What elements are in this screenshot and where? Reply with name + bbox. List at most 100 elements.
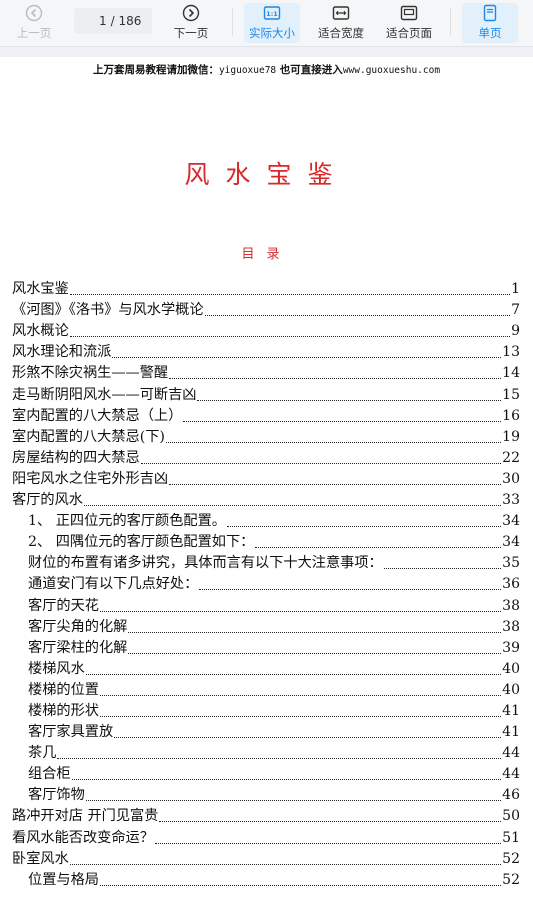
toc-entry[interactable]: 《河图》《洛书》与风水学概论 7: [12, 298, 520, 319]
toc-entry[interactable]: 卧室风水 52: [12, 847, 520, 868]
actual-size-button[interactable]: 1:1 实际大小: [244, 3, 300, 43]
toc-entry[interactable]: 风水理论和流派 13: [12, 340, 520, 361]
toc-entry-title: 客厅家具置放: [28, 724, 114, 741]
toc-leader-dots: [199, 579, 502, 591]
toc-entry-title: 位置与格局: [28, 871, 99, 888]
notice-mid: 也可直接进入: [276, 64, 343, 76]
single-page-button[interactable]: 单页: [462, 3, 518, 43]
toc-entry[interactable]: 客厅尖角的化解 38: [12, 615, 520, 636]
toc-entry[interactable]: 1、 正四位元的客厅颜色配置。 34: [12, 509, 520, 530]
toc-entry-title: 形煞不除灾祸生——警醒: [12, 365, 169, 382]
toc-entry[interactable]: 组合柜 44: [12, 762, 520, 783]
toc-entry[interactable]: 客厅的天花 38: [12, 593, 520, 614]
fit-page-icon: [400, 4, 418, 22]
toc-entry-page: 30: [502, 470, 520, 487]
toc-entry[interactable]: 阳宅风水之住宅外形吉凶 30: [12, 467, 520, 488]
toc-entry-page: 52: [502, 850, 520, 867]
toc-entry-page: 40: [502, 681, 520, 698]
toc-entry[interactable]: 客厅的风水 33: [12, 488, 520, 509]
toc-entry[interactable]: 室内配置的八大禁忌(下) 19: [12, 425, 520, 446]
toc-leader-dots: [71, 769, 502, 781]
toc-leader-dots: [197, 390, 502, 401]
fit-width-button[interactable]: 适合宽度: [313, 3, 369, 43]
toc-leader-dots: [99, 685, 502, 696]
page-number-input[interactable]: [84, 14, 107, 28]
chevron-right-circle-icon: [182, 4, 200, 22]
toc-entry[interactable]: 客厅梁柱的化解 39: [12, 636, 520, 657]
next-page-button[interactable]: 下一页: [169, 3, 213, 43]
toc-entry[interactable]: 风水概论 9: [12, 319, 520, 340]
toc-entry[interactable]: 楼梯风水 40: [12, 657, 520, 678]
toc-entry-page: 44: [502, 745, 520, 762]
toc-entry[interactable]: 茶几 44: [12, 741, 520, 762]
toc-leader-dots: [154, 833, 502, 844]
toc-leader-dots: [169, 474, 502, 485]
fit-page-button[interactable]: 适合页面: [381, 3, 437, 43]
toc-entry-page: 38: [502, 597, 520, 614]
toc-entry[interactable]: 位置与格局 52: [12, 868, 520, 889]
toc-entry-page: 40: [502, 660, 520, 677]
toc-entry-page: 1: [511, 281, 520, 298]
fit-width-label: 适合宽度: [318, 26, 364, 40]
toc-leader-dots: [57, 748, 502, 760]
toc-leader-dots: [99, 601, 502, 612]
toc-entry-page: 41: [502, 702, 520, 719]
toc-entry-page: 52: [502, 871, 520, 888]
toc-entry[interactable]: 风水宝鉴 1: [12, 277, 520, 298]
toc-leader-dots: [159, 811, 502, 823]
toc-entry[interactable]: 形煞不除灾祸生——警醒 14: [12, 361, 520, 382]
toc-entry-page: 38: [502, 618, 520, 635]
toc-entry-title: 通道安门有以下几点好处：: [28, 576, 199, 593]
page-number-field[interactable]: / 186: [74, 8, 152, 34]
toc-entry-page: 41: [502, 724, 520, 741]
toc-entry-page: 35: [502, 555, 520, 572]
toc-entry[interactable]: 楼梯的形状 41: [12, 699, 520, 720]
single-page-icon: [481, 4, 499, 22]
toc-entry[interactable]: 客厅家具置放 41: [12, 720, 520, 741]
toc-entry[interactable]: 2、 四隅位元的客厅颜色配置如下： 34: [12, 530, 520, 551]
document-title: 风水宝鉴: [184, 160, 349, 189]
toc-leader-dots: [183, 411, 502, 422]
toc-entry[interactable]: 路冲开对店 开门见富贵 50: [12, 804, 520, 825]
toc-entry-title: 财位的布置有诸多讲究，具体而言有以下十大注意事项：: [28, 555, 383, 572]
toc-entry-page: 9: [511, 323, 520, 340]
toc-leader-dots: [255, 537, 502, 549]
toc-entry-title: 楼梯风水: [28, 660, 85, 677]
toc-entry-page: 33: [502, 492, 520, 509]
toc-leader-dots: [69, 284, 511, 296]
actual-size-icon: 1:1: [263, 4, 281, 22]
toc-entry-title: 客厅梁柱的化解: [28, 639, 128, 656]
toc-entry-title: 路冲开对店 开门见富贵: [12, 808, 159, 825]
toc-entry-title: 风水概论: [12, 323, 69, 340]
toc-entry[interactable]: 客厅饰物 46: [12, 783, 520, 804]
toc-entry-page: 15: [502, 386, 520, 403]
toc-entry[interactable]: 财位的布置有诸多讲究，具体而言有以下十大注意事项： 35: [12, 551, 520, 572]
toc-leader-dots: [140, 453, 502, 464]
toc-entry[interactable]: 通道安门有以下几点好处： 36: [12, 572, 520, 593]
toc-leader-dots: [114, 727, 502, 739]
toc-entry-page: 44: [502, 766, 520, 783]
toc-entry-page: 50: [502, 808, 520, 825]
toc-entry[interactable]: 楼梯的位置 40: [12, 678, 520, 699]
toc-entry[interactable]: 房屋结构的四大禁忌 22: [12, 446, 520, 467]
chevron-left-circle-icon: [25, 4, 43, 22]
toc-entry-title: 楼梯的形状: [28, 702, 99, 719]
table-of-contents: 风水宝鉴 1 《河图》《洛书》与风水学概论 7 风水概论 9 风水理论和流派 13 形煞不除灾祸…: [12, 277, 520, 889]
toc-leader-dots: [85, 664, 502, 675]
toc-entry[interactable]: 室内配置的八大禁忌（上） 16: [12, 404, 520, 425]
toc-entry[interactable]: 看风水能否改变命运？ 51: [12, 825, 520, 846]
toc-leader-dots: [204, 305, 511, 317]
toc-leader-dots: [99, 706, 502, 717]
toc-leader-dots: [99, 875, 502, 886]
toc-entry-page: 34: [502, 513, 520, 530]
prev-page-label: 上一页: [16, 26, 52, 40]
prev-page-button[interactable]: 上一页: [12, 3, 56, 43]
toc-entry-page: 16: [502, 407, 520, 424]
toc-entry-title: 风水宝鉴: [12, 281, 69, 298]
toc-entry-title: 客厅的天花: [28, 597, 99, 614]
notice-wechat-id: yiguoxue78: [218, 65, 277, 76]
toc-leader-dots: [169, 368, 502, 380]
toc-entry[interactable]: 走马断阴阳风水——可断吉凶 15: [12, 382, 520, 403]
page-total: / 186: [110, 14, 142, 28]
toc-entry-title: 组合柜: [28, 766, 71, 783]
